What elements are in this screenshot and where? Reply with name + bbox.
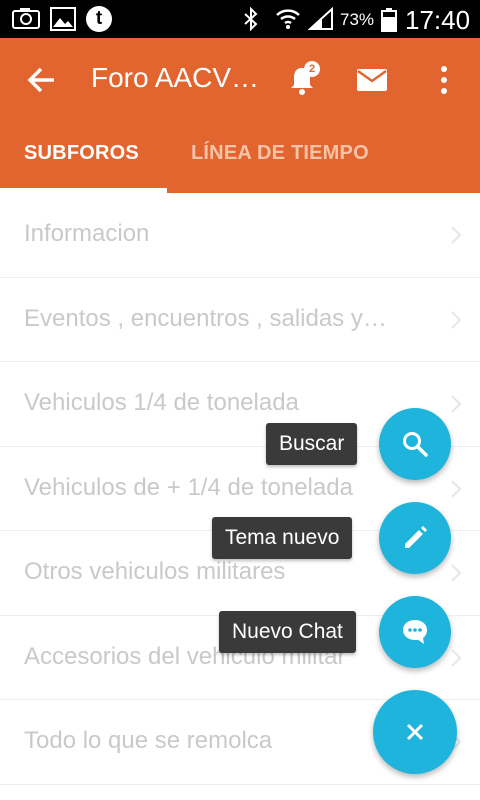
- status-bar: t 73% 17:40: [0, 0, 480, 38]
- close-menu-button[interactable]: [373, 690, 457, 774]
- new-chat-button[interactable]: [379, 596, 451, 668]
- pencil-icon: [405, 526, 427, 548]
- page-title: Foro AACV…: [91, 62, 260, 93]
- battery-percent: 73%: [340, 10, 375, 29]
- chevron-right-icon: [451, 395, 462, 413]
- list-item-label: Vehiculos de + 1/4 de tonelada: [24, 473, 353, 501]
- buscar-label[interactable]: Buscar: [266, 423, 358, 465]
- list-item-label: Eventos , encuentros , salidas y…: [24, 304, 387, 332]
- chevron-right-icon: [451, 648, 462, 667]
- list-item-label: Otros vehiculos militares: [24, 558, 286, 585]
- chat-icon: [403, 620, 427, 644]
- more-vert-icon[interactable]: [430, 62, 458, 98]
- nuevo-chat-label[interactable]: Nuevo Chat: [219, 611, 356, 653]
- gallery-icon: [50, 7, 76, 31]
- app-bar: Foro AACV… 2 SUBFOROS LÍNEA DE TIEMPO: [0, 38, 480, 193]
- tumblr-icon: t: [86, 6, 112, 32]
- notification-badge: 2: [304, 61, 320, 77]
- chevron-right-icon: [451, 310, 462, 329]
- list-item[interactable]: Informacion: [0, 193, 480, 278]
- battery-icon: [381, 8, 397, 32]
- chevron-right-icon: [451, 226, 462, 244]
- chevron-right-icon: [451, 479, 462, 498]
- tab-linea-de-tiempo[interactable]: LÍNEA DE TIEMPO: [191, 142, 369, 165]
- list-item-label: Vehiculos 1/4 de tonelada: [24, 389, 299, 416]
- list-item-label: Informacion: [24, 220, 150, 247]
- close-icon: [406, 723, 424, 741]
- search-button[interactable]: [379, 408, 451, 480]
- signal-icon: [308, 7, 333, 30]
- list-item[interactable]: Eventos , encuentros , salidas y…: [0, 278, 480, 362]
- tema-nuevo-label[interactable]: Tema nuevo: [212, 517, 353, 559]
- new-topic-button[interactable]: [379, 502, 451, 574]
- mail-icon[interactable]: [355, 64, 389, 96]
- back-arrow-icon[interactable]: [24, 62, 60, 98]
- bluetooth-icon: [244, 7, 258, 31]
- clock: 17:40: [405, 5, 471, 35]
- search-icon: [403, 432, 428, 457]
- camera-icon: [12, 8, 40, 29]
- tab-subforos[interactable]: SUBFOROS: [24, 142, 139, 165]
- wifi-icon: [276, 9, 300, 29]
- chevron-right-icon: [451, 564, 462, 582]
- list-item-label: Todo lo que se remolca: [24, 727, 273, 754]
